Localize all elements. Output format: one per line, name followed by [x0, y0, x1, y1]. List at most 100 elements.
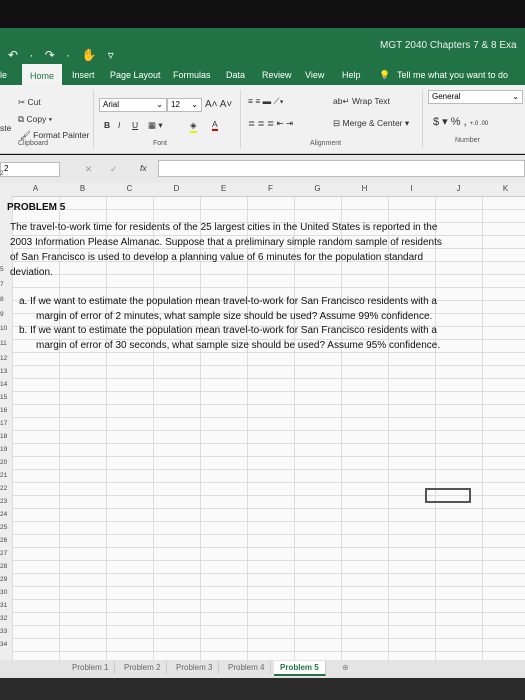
font-name-select[interactable]: Arial ⌄ [99, 98, 167, 112]
row-header[interactable]: 14 [0, 381, 12, 388]
tab-formulas[interactable]: Formulas [173, 70, 211, 80]
tell-me-search[interactable]: Tell me what you want to do [397, 70, 508, 80]
cell-text[interactable]: deviation. [10, 267, 53, 278]
tab-file[interactable]: le [0, 70, 7, 80]
underline-button[interactable]: U [132, 120, 138, 130]
merge-center-button[interactable]: ⊟ Merge & Center ▾ [333, 118, 409, 129]
cut-button[interactable]: ✂ Cut [18, 97, 41, 108]
row-header[interactable]: 27 [0, 550, 12, 557]
row-header[interactable]: 21 [0, 472, 12, 479]
row-header[interactable]: 32 [0, 615, 12, 622]
column-header-C[interactable]: C [106, 184, 153, 193]
formula-input[interactable] [158, 160, 525, 177]
copy-icon: ⧉ [18, 114, 25, 124]
row-header[interactable]: 29 [0, 576, 12, 583]
number-format-select[interactable]: General ⌄ [428, 90, 523, 104]
column-header-I[interactable]: I [388, 184, 435, 193]
align-top-icons[interactable]: ≡ ≡ ▬ ⟋▾ [248, 96, 284, 107]
sheet-tab-problem-4[interactable]: Problem 4 [222, 661, 272, 674]
row-header[interactable]: 23 [0, 498, 12, 505]
row-header[interactable]: 2 [0, 170, 12, 177]
column-header-J[interactable]: J [435, 184, 482, 193]
sheet-tab-problem-2[interactable]: Problem 2 [118, 661, 168, 674]
percent-button[interactable]: % [451, 116, 461, 128]
italic-button[interactable]: I [118, 120, 120, 130]
copy-button[interactable]: ⧉ Copy ▾ [18, 114, 52, 125]
cell-text[interactable]: margin of error of 30 seconds, what samp… [36, 340, 440, 351]
font-name-value: Arial [103, 100, 120, 109]
enter-icon[interactable]: ✓ [110, 164, 117, 175]
wrap-text-label: Wrap Text [351, 96, 390, 106]
row-header[interactable]: 12 [0, 355, 12, 362]
row-header[interactable]: 28 [0, 563, 12, 570]
row-header[interactable]: 26 [0, 537, 12, 544]
column-header-F[interactable]: F [247, 184, 294, 193]
decimal-icons[interactable]: +.0 .00 [470, 121, 489, 127]
sheet-tab-problem-5[interactable]: Problem 5 [274, 661, 326, 676]
number-buttons[interactable]: $ ▾ % , +.0 .00 [433, 115, 488, 128]
column-header-A[interactable]: A [12, 184, 59, 193]
tab-data[interactable]: Data [226, 70, 245, 80]
cancel-icon[interactable]: ✕ [85, 164, 92, 175]
font-size-select[interactable]: 12 ⌄ [167, 98, 202, 112]
cell-text[interactable]: The travel-to-work time for residents of… [10, 222, 437, 233]
copy-label: Copy [26, 114, 47, 124]
row-header[interactable]: 33 [0, 628, 12, 635]
bold-button[interactable]: B [104, 120, 110, 130]
row-header[interactable]: 22 [0, 485, 12, 492]
brush-icon: 🖌 [20, 130, 31, 140]
row-header[interactable]: 34 [0, 641, 12, 648]
cell-text[interactable]: of San Francisco is used to develop a pl… [10, 252, 423, 263]
cell-text[interactable]: a. If we want to estimate the population… [19, 296, 437, 307]
row-header[interactable]: 13 [0, 368, 12, 375]
row-header[interactable]: 17 [0, 420, 12, 427]
align-horizontal-icons[interactable]: ≣ ≣ ≣ ⇤ ⇥ [248, 118, 293, 129]
sheet-tab-problem-3[interactable]: Problem 3 [170, 661, 220, 674]
row-header[interactable]: 24 [0, 511, 12, 518]
tab-insert[interactable]: Insert [72, 70, 95, 80]
selected-cell[interactable] [425, 488, 471, 503]
currency-button[interactable]: $ [433, 116, 439, 128]
fill-color-icon[interactable]: ◈ [190, 120, 197, 133]
cell-text[interactable]: 2003 Information Please Almanac. Suppose… [10, 237, 442, 248]
borders-icon[interactable]: ▦ ▾ [148, 120, 163, 131]
row-header[interactable]: 16 [0, 407, 12, 414]
row-header[interactable]: 25 [0, 524, 12, 531]
number-group-label: Number [455, 137, 480, 144]
cell-text[interactable]: b. If we want to estimate the population… [19, 325, 437, 336]
quick-access-toolbar[interactable]: ↶ · ↷ · ✋ ▿ [8, 48, 118, 62]
tab-page-layout[interactable]: Page Layout [110, 70, 161, 80]
row-header[interactable]: 18 [0, 433, 12, 440]
comma-button[interactable]: , [464, 116, 467, 128]
row-header[interactable]: 20 [0, 459, 12, 466]
row-header[interactable]: 19 [0, 446, 12, 453]
column-header-B[interactable]: B [59, 184, 106, 193]
font-color-icon[interactable]: A [212, 119, 218, 131]
font-size-buttons[interactable]: A˄ A˅ [205, 99, 232, 110]
tab-review[interactable]: Review [262, 70, 292, 80]
wrap-text-button[interactable]: ab↵ Wrap Text [333, 96, 390, 107]
column-header-D[interactable]: D [153, 184, 200, 193]
tab-home[interactable]: Home [22, 64, 63, 87]
row-header[interactable]: 8 [0, 296, 12, 303]
cell-text[interactable]: margin of error of 2 minutes, what sampl… [36, 311, 432, 322]
row-header[interactable]: 9 [0, 311, 12, 318]
column-header-E[interactable]: E [200, 184, 247, 193]
row-header[interactable]: 30 [0, 589, 12, 596]
tab-view[interactable]: View [305, 70, 324, 80]
sheet-tab-problem-1[interactable]: Problem 1 [66, 661, 116, 674]
merge-label: Merge & Center [342, 118, 403, 128]
row-header[interactable]: 15 [0, 394, 12, 401]
row-header[interactable]: 31 [0, 602, 12, 609]
function-icon[interactable]: fx [140, 163, 147, 173]
cell-title[interactable]: PROBLEM 5 [7, 202, 65, 213]
column-header-K[interactable]: K [482, 184, 525, 193]
column-header-G[interactable]: G [294, 184, 341, 193]
row-header[interactable]: 7 [0, 281, 12, 288]
row-header[interactable]: 11 [0, 340, 12, 347]
row-header[interactable]: 10 [0, 325, 12, 332]
tab-help[interactable]: Help [342, 70, 361, 80]
paste-button[interactable]: ste [0, 123, 11, 133]
add-sheet-icon[interactable]: ⊕ [336, 661, 355, 674]
column-header-H[interactable]: H [341, 184, 388, 193]
